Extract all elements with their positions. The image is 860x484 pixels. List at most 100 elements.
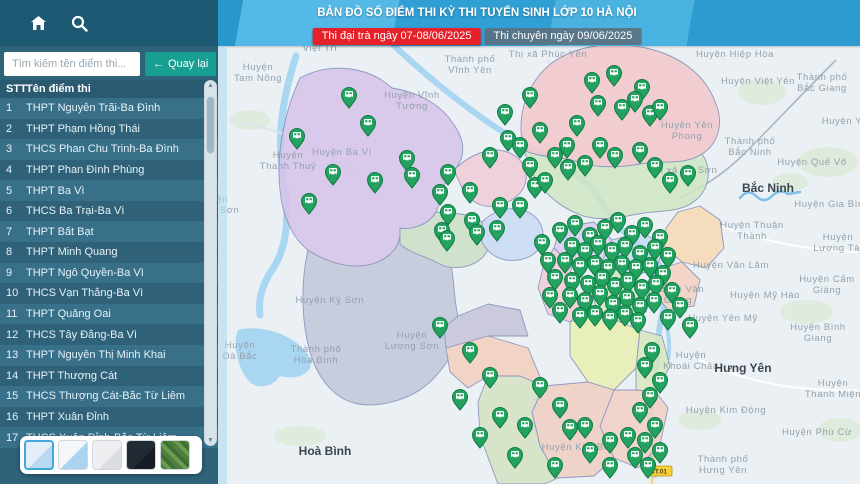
svg-text:Huyện Quế Võ: Huyện Quế Võ	[777, 157, 847, 168]
svg-text:Thành phố: Thành phố	[445, 54, 496, 65]
column-header-name: Tên điểm thi	[26, 83, 218, 95]
svg-text:Đà Bắc: Đà Bắc	[223, 351, 258, 362]
basemap-option-satellite[interactable]	[160, 440, 190, 470]
svg-text:Phong: Phong	[672, 131, 702, 142]
svg-text:Huyện: Huyện	[243, 62, 273, 73]
exam-site-name: THPT Phạm Hồng Thái	[26, 123, 218, 135]
search-input[interactable]	[4, 52, 140, 76]
row-index: 2	[0, 123, 26, 135]
table-header: STT Tên điểm thi	[0, 80, 218, 98]
table-row[interactable]: 8THPT Minh Quang	[0, 242, 218, 263]
svg-text:Thành: Thành	[737, 231, 767, 242]
svg-text:Hưng Yên: Hưng Yên	[714, 361, 771, 375]
svg-text:Huyện: Huyện	[225, 340, 255, 351]
column-header-stt: STT	[0, 83, 26, 95]
tab-mass-exam[interactable]: Thi đại trà ngày 07-08/06/2025	[313, 28, 481, 45]
table-row[interactable]: 10THCS Vạn Thắng-Ba Vì	[0, 283, 218, 304]
svg-text:Huyện Phù Cừ: Huyện Phù Cừ	[782, 427, 852, 438]
table-row[interactable]: 12THCS Tây Đằng-Ba Vì	[0, 324, 218, 345]
basemap-option-streets[interactable]	[58, 440, 88, 470]
exam-site-name: THCS Phan Chu Trinh-Ba Đình	[26, 143, 218, 155]
svg-text:Huyện: Huyện	[823, 232, 853, 243]
svg-text:Tường: Tường	[396, 101, 428, 112]
basemap-switcher	[20, 436, 202, 474]
row-index: 3	[0, 143, 26, 155]
svg-text:Huyện Kỳ Sơn: Huyện Kỳ Sơn	[296, 295, 365, 306]
exam-site-name: THPT Bất Bạt	[26, 226, 218, 238]
svg-text:Huyện Kim Bôi: Huyện Kim Bôi	[542, 442, 613, 453]
table-row[interactable]: 11THPT Quảng Oai	[0, 304, 218, 325]
svg-text:Thành phố: Thành phố	[698, 454, 749, 465]
exam-date-tabs: Thi đại trà ngày 07-08/06/2025 Thi chuyê…	[313, 28, 642, 45]
scroll-thumb[interactable]	[206, 96, 215, 154]
svg-text:Huyện: Huyện	[397, 330, 427, 341]
search-icon[interactable]	[71, 15, 88, 32]
svg-text:Lương Sơn: Lương Sơn	[385, 341, 439, 352]
table-row[interactable]: 14THPT Thượng Cát	[0, 366, 218, 387]
svg-text:Thành phố: Thành phố	[725, 136, 776, 147]
row-index: 13	[0, 349, 26, 361]
svg-text:Huyện Vĩnh: Huyện Vĩnh	[384, 90, 440, 101]
svg-text:Hoà Bình: Hoà Bình	[299, 444, 352, 458]
svg-text:Huyện Yên Dũng: Huyện Yên Dũng	[822, 116, 860, 127]
tab-specialized-exam[interactable]: Thi chuyên ngày 09/06/2025	[485, 28, 642, 45]
svg-text:Huyện Văn Lâm: Huyện Văn Lâm	[693, 260, 769, 271]
svg-text:Thanh Miện: Thanh Miện	[805, 389, 860, 400]
basemap-option-light-blue[interactable]	[24, 440, 54, 470]
basemap-option-dark[interactable]	[126, 440, 156, 470]
table-row[interactable]: 2THPT Phạm Hồng Thái	[0, 119, 218, 140]
svg-text:Giang: Giang	[804, 333, 832, 344]
table-row[interactable]: 5THPT Ba Vì	[0, 180, 218, 201]
home-icon[interactable]	[30, 15, 47, 31]
svg-text:Huyện Yên: Huyện Yên	[661, 120, 713, 131]
exam-site-name: THCS Thượng Cát-Bắc Từ Liêm	[26, 390, 218, 402]
row-index: 11	[0, 308, 26, 320]
row-index: 5	[0, 185, 26, 197]
row-index: 15	[0, 390, 26, 402]
sidebar-panel: ← Quay lại STT Tên điểm thi 1THPT Nguyễn…	[0, 46, 218, 484]
svg-text:Bắc Ninh: Bắc Ninh	[742, 180, 794, 195]
svg-text:Huyện Cẩm: Huyện Cẩm	[799, 274, 855, 285]
svg-text:Thành phố: Thành phố	[291, 344, 342, 355]
row-index: 10	[0, 287, 26, 299]
sidebar-toolbar	[0, 0, 218, 46]
row-index: 6	[0, 205, 26, 217]
svg-text:Khoái Châu: Khoái Châu	[663, 361, 719, 372]
row-index: 4	[0, 164, 26, 176]
svg-text:Huyện: Huyện	[818, 378, 848, 389]
svg-text:Huyện Ba Vì: Huyện Ba Vì	[312, 147, 372, 158]
svg-text:Huyện Bình: Huyện Bình	[790, 322, 846, 333]
table-row[interactable]: 4THPT Phan Đình Phùng	[0, 160, 218, 181]
svg-text:Huyện: Huyện	[273, 150, 303, 161]
table-row[interactable]: 7THPT Bất Bạt	[0, 221, 218, 242]
svg-text:Huyện Kim Động: Huyện Kim Động	[686, 405, 766, 416]
table-row[interactable]: 6THCS Ba Trại-Ba Vì	[0, 201, 218, 222]
table-row[interactable]: 1THPT Nguyễn Trãi-Ba Đình	[0, 98, 218, 119]
basemap-option-gray[interactable]	[92, 440, 122, 470]
back-button[interactable]: ← Quay lại	[145, 52, 216, 76]
svg-text:Huyện Mỹ Hào: Huyện Mỹ Hào	[730, 290, 800, 301]
svg-text:Huyện Hiệp Hòa: Huyện Hiệp Hòa	[696, 49, 774, 60]
row-index: 16	[0, 411, 26, 423]
exam-site-name: THCS Tây Đằng-Ba Vì	[26, 329, 218, 341]
row-index: 9	[0, 267, 26, 279]
arrow-left-icon: ←	[153, 58, 164, 70]
svg-text:Huyện Yên Mỹ: Huyện Yên Mỹ	[688, 313, 757, 324]
table-row[interactable]: 3THCS Phan Chu Trinh-Ba Đình	[0, 139, 218, 160]
table-row[interactable]: 9THPT Ngô Quyền-Ba Vì	[0, 263, 218, 284]
svg-text:Giàng: Giàng	[813, 285, 841, 296]
scroll-up-icon[interactable]: ▲	[204, 82, 217, 89]
scrollbar[interactable]: ▲ ▼	[204, 80, 217, 446]
scroll-down-icon[interactable]: ▼	[204, 437, 217, 444]
exam-site-name: THCS Vạn Thắng-Ba Vì	[26, 287, 218, 299]
table-row[interactable]: 16THPT Xuân Đỉnh	[0, 407, 218, 428]
svg-text:Thị xã Phúc Yên: Thị xã Phúc Yên	[509, 49, 588, 60]
exam-site-name: THPT Minh Quang	[26, 246, 218, 258]
row-index: 1	[0, 102, 26, 114]
table-row[interactable]: 13THPT Nguyễn Thị Minh Khai	[0, 345, 218, 366]
svg-text:Huyện Việt Yên: Huyện Việt Yên	[721, 76, 795, 87]
exam-site-name: THPT Nguyễn Thị Minh Khai	[26, 349, 218, 361]
table-row[interactable]: 15THCS Thượng Cát-Bắc Từ Liêm	[0, 386, 218, 407]
exam-site-name: THCS Ba Trại-Ba Vì	[26, 205, 218, 217]
svg-text:Huyện: Huyện	[676, 350, 706, 361]
